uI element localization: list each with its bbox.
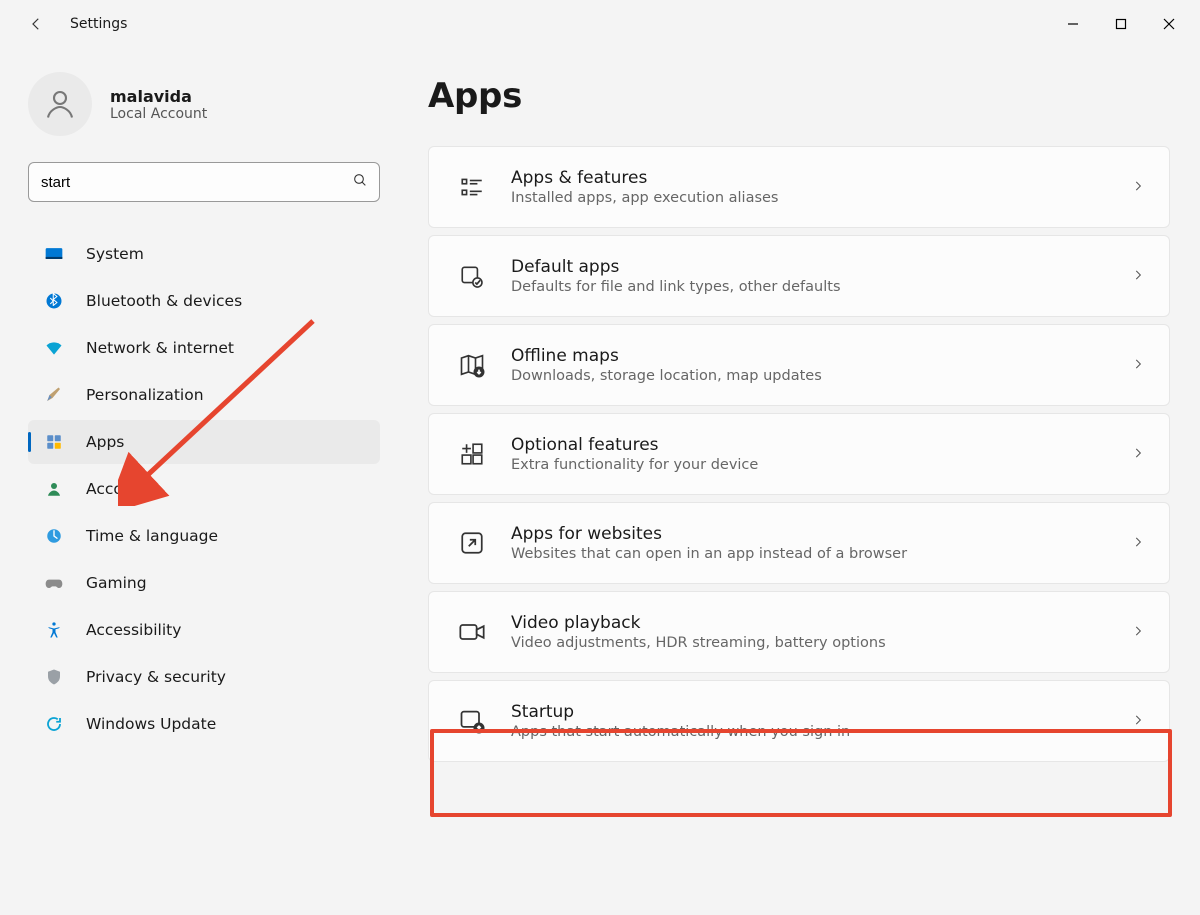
titlebar: Settings [0, 0, 1200, 48]
card-title: Optional features [511, 435, 1131, 455]
sidebar-item-label: System [86, 245, 144, 263]
sidebar-item-apps[interactable]: Apps [28, 420, 380, 464]
sidebar-item-system[interactable]: System [28, 232, 380, 276]
window-title: Settings [70, 16, 127, 32]
sidebar-item-label: Bluetooth & devices [86, 292, 242, 310]
main-content: Apps Apps & features Installed apps, app… [380, 48, 1200, 915]
maximize-button[interactable] [1098, 8, 1144, 40]
person-icon [44, 479, 64, 499]
sidebar-item-time[interactable]: Time & language [28, 514, 380, 558]
card-title: Apps for websites [511, 524, 1131, 544]
wifi-icon [44, 338, 64, 358]
sidebar-item-gaming[interactable]: Gaming [28, 561, 380, 605]
chevron-right-icon [1131, 712, 1145, 731]
sidebar-item-label: Network & internet [86, 339, 234, 357]
chevron-right-icon [1131, 178, 1145, 197]
sidebar-item-network[interactable]: Network & internet [28, 326, 380, 370]
sidebar-item-label: Accessibility [86, 621, 181, 639]
search-icon[interactable] [352, 172, 368, 192]
accessibility-icon [44, 620, 64, 640]
chevron-right-icon [1131, 445, 1145, 464]
map-download-icon [453, 351, 491, 379]
minimize-button[interactable] [1050, 8, 1096, 40]
card-default-apps[interactable]: Default apps Defaults for file and link … [428, 235, 1170, 317]
card-startup[interactable]: Startup Apps that start automatically wh… [428, 680, 1170, 762]
account-name: malavida [110, 87, 207, 106]
card-title: Default apps [511, 257, 1131, 277]
sidebar-item-privacy[interactable]: Privacy & security [28, 655, 380, 699]
sidebar-item-label: Accounts [86, 480, 157, 498]
card-title: Video playback [511, 613, 1131, 633]
sidebar-item-personalization[interactable]: Personalization [28, 373, 380, 417]
card-apps-features[interactable]: Apps & features Installed apps, app exec… [428, 146, 1170, 228]
add-grid-icon [453, 441, 491, 467]
clock-globe-icon [44, 526, 64, 546]
card-subtitle: Extra functionality for your device [511, 457, 1131, 473]
chevron-right-icon [1131, 267, 1145, 286]
update-icon [44, 714, 64, 734]
card-title: Apps & features [511, 168, 1131, 188]
chevron-right-icon [1131, 356, 1145, 375]
card-subtitle: Video adjustments, HDR streaming, batter… [511, 635, 1131, 651]
window-controls [1050, 8, 1192, 40]
account-subtitle: Local Account [110, 106, 207, 122]
gamepad-icon [44, 573, 64, 593]
card-apps-websites[interactable]: Apps for websites Websites that can open… [428, 502, 1170, 584]
chevron-right-icon [1131, 623, 1145, 642]
chevron-right-icon [1131, 534, 1145, 553]
card-offline-maps[interactable]: Offline maps Downloads, storage location… [428, 324, 1170, 406]
card-subtitle: Installed apps, app execution aliases [511, 190, 1131, 206]
page-title: Apps [428, 76, 1170, 116]
card-subtitle: Defaults for file and link types, other … [511, 279, 1131, 295]
video-icon [453, 618, 491, 646]
avatar [28, 72, 92, 136]
brush-icon [44, 385, 64, 405]
card-title: Offline maps [511, 346, 1131, 366]
sidebar-item-bluetooth[interactable]: Bluetooth & devices [28, 279, 380, 323]
card-title: Startup [511, 702, 1131, 722]
close-button[interactable] [1146, 8, 1192, 40]
sidebar-item-label: Personalization [86, 386, 204, 404]
sidebar-item-label: Time & language [86, 527, 218, 545]
system-icon [44, 244, 64, 264]
sidebar-item-update[interactable]: Windows Update [28, 702, 380, 746]
default-apps-icon [453, 263, 491, 289]
card-optional-features[interactable]: Optional features Extra functionality fo… [428, 413, 1170, 495]
card-subtitle: Websites that can open in an app instead… [511, 546, 1131, 562]
nav-list: System Bluetooth & devices Network & int… [28, 232, 380, 746]
sidebar-item-accessibility[interactable]: Accessibility [28, 608, 380, 652]
bluetooth-icon [44, 291, 64, 311]
apps-icon [44, 432, 64, 452]
list-icon [453, 174, 491, 200]
sidebar: malavida Local Account System Blueto [0, 48, 380, 915]
search-input[interactable] [28, 162, 380, 202]
sidebar-item-label: Gaming [86, 574, 147, 592]
shield-icon [44, 667, 64, 687]
card-subtitle: Apps that start automatically when you s… [511, 724, 1131, 740]
sidebar-item-label: Windows Update [86, 715, 216, 733]
card-video-playback[interactable]: Video playback Video adjustments, HDR st… [428, 591, 1170, 673]
search-box [28, 162, 380, 202]
account-block[interactable]: malavida Local Account [28, 72, 380, 136]
sidebar-item-label: Privacy & security [86, 668, 226, 686]
card-subtitle: Downloads, storage location, map updates [511, 368, 1131, 384]
back-button[interactable] [20, 8, 52, 40]
sidebar-item-label: Apps [86, 433, 124, 451]
startup-icon [453, 707, 491, 735]
sidebar-item-accounts[interactable]: Accounts [28, 467, 380, 511]
open-link-icon [453, 530, 491, 556]
